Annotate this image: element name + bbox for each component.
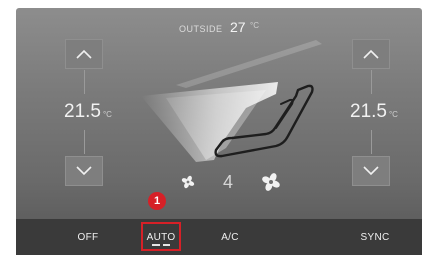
ac-button[interactable]: A/C xyxy=(206,219,254,255)
left-temp-value: 21.5 xyxy=(64,101,101,122)
auto-highlight-box xyxy=(141,222,181,251)
right-divider-top xyxy=(371,70,372,94)
chevron-up-icon xyxy=(76,49,92,59)
left-temperature: 21.5 °C xyxy=(64,101,112,123)
climate-panel: OUTSIDE 27 °C 21.5 °C 21.5 °C 4 xyxy=(16,8,422,255)
callout-badge: 1 xyxy=(148,192,166,210)
chevron-down-icon xyxy=(363,166,379,176)
left-divider-top xyxy=(84,70,85,94)
right-temperature: 21.5 °C xyxy=(350,101,398,123)
fan-speed-control: 4 xyxy=(181,171,281,193)
right-temp-value: 21.5 xyxy=(350,101,387,122)
right-divider-bottom xyxy=(371,130,372,154)
right-temp-down-button[interactable] xyxy=(352,156,390,186)
seat-airflow-icon[interactable] xyxy=(126,38,326,168)
outside-temperature: OUTSIDE 27 °C xyxy=(16,19,422,37)
sync-button[interactable]: SYNC xyxy=(351,219,399,255)
fan-large-icon[interactable] xyxy=(261,172,281,192)
chevron-down-icon xyxy=(76,166,92,176)
left-temp-unit: °C xyxy=(102,110,112,119)
chevron-up-icon xyxy=(363,49,379,59)
climate-screen: OUTSIDE 27 °C 21.5 °C 21.5 °C 4 OFF AUTO… xyxy=(0,0,430,259)
right-temp-unit: °C xyxy=(388,110,398,119)
outside-value: 27 xyxy=(229,19,246,35)
outside-label: OUTSIDE xyxy=(179,24,223,34)
off-button[interactable]: OFF xyxy=(64,219,112,255)
left-divider-bottom xyxy=(84,130,85,154)
fan-level-value: 4 xyxy=(222,171,233,192)
left-temp-down-button[interactable] xyxy=(65,156,103,186)
fan-small-icon[interactable] xyxy=(181,175,195,189)
right-temp-up-button[interactable] xyxy=(352,39,390,69)
outside-unit: °C xyxy=(250,21,259,30)
left-temp-up-button[interactable] xyxy=(65,39,103,69)
climate-bottom-bar: OFF AUTO A/C SYNC xyxy=(16,219,422,255)
